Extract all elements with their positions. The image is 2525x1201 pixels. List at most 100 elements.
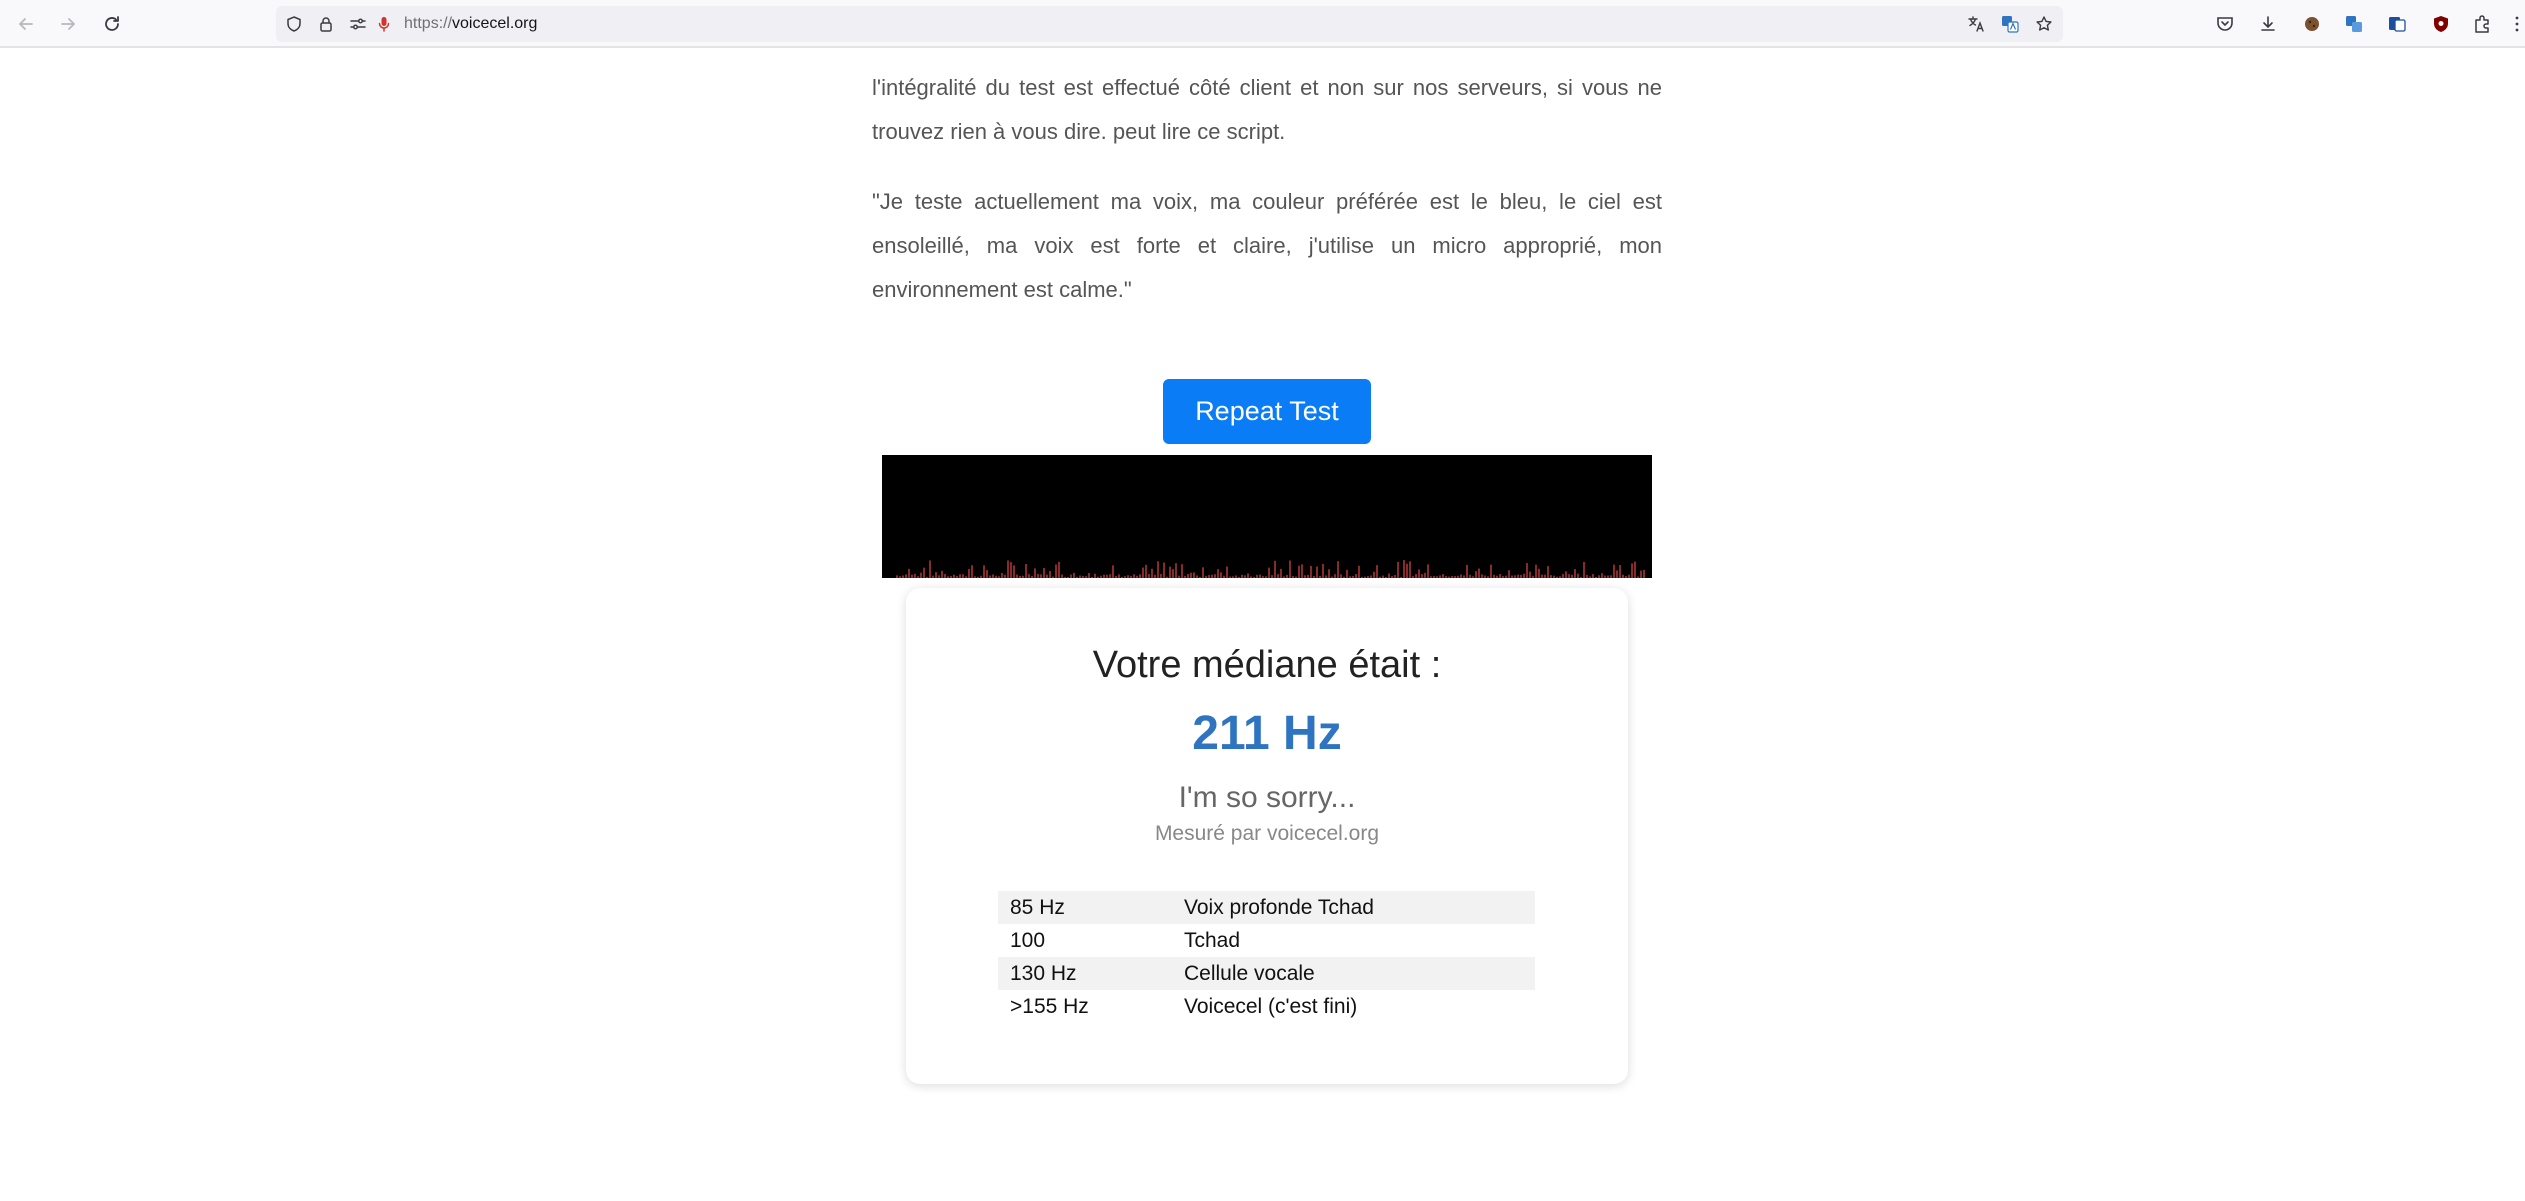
browser-toolbar: https://voicecel.org	[0, 0, 2525, 48]
visualizer-bar	[1616, 570, 1618, 578]
visualizer-bar	[1643, 569, 1645, 578]
visualizer-bar	[1511, 575, 1513, 578]
visualizer-bar	[1631, 563, 1633, 578]
visualizer-bar	[1073, 572, 1075, 578]
visualizer-bar	[1343, 576, 1345, 578]
back-button[interactable]	[10, 8, 42, 40]
forward-button[interactable]	[52, 8, 84, 40]
visualizer-bar	[947, 576, 949, 578]
download-icon[interactable]	[2256, 12, 2280, 36]
visualizer-bar	[1544, 574, 1546, 578]
visualizer-bar	[1421, 574, 1423, 578]
visualizer-bar	[1148, 574, 1150, 578]
page-translate-icon[interactable]	[2000, 14, 2020, 34]
visualizer-bar	[1412, 576, 1414, 578]
visualizer-bar	[1307, 574, 1309, 578]
visualizer-bar	[1346, 569, 1348, 578]
visualizer-bar	[1250, 576, 1252, 578]
url-host: voicecel.org	[452, 15, 538, 32]
visualizer-bar	[923, 567, 925, 578]
visualizer-bar	[1118, 574, 1120, 578]
visualizer-bar	[1523, 573, 1525, 578]
visualizer-bar	[1031, 575, 1033, 578]
shield-icon[interactable]	[284, 14, 304, 34]
visualizer-bar	[1256, 574, 1258, 578]
visualizer-bar	[1619, 565, 1621, 578]
microphone-icon[interactable]	[374, 14, 394, 34]
translate-icon[interactable]	[1966, 14, 1986, 34]
visualizer-bar	[1262, 576, 1264, 578]
repeat-test-button[interactable]: Repeat Test	[1163, 379, 1371, 444]
extensions-puzzle-icon[interactable]	[2470, 12, 2494, 36]
cookie-extension-icon[interactable]	[2300, 12, 2324, 36]
url-bar[interactable]: https://voicecel.org	[276, 6, 2063, 42]
visualizer-bar	[1304, 575, 1306, 578]
star-icon[interactable]	[2034, 14, 2054, 34]
visualizer-bar	[1331, 576, 1333, 578]
visualizer-bar	[1535, 564, 1537, 578]
visualizer-bar	[1628, 574, 1630, 578]
visualizer-bar	[1040, 574, 1042, 578]
visualizer-bar	[917, 576, 919, 578]
url-text[interactable]: https://voicecel.org	[404, 15, 537, 33]
lock-icon[interactable]	[316, 14, 336, 34]
visualizer-bar	[1400, 576, 1402, 578]
visualizer-bar	[1211, 574, 1213, 578]
visualizer-bar	[1442, 574, 1444, 578]
visualizer-bar	[1109, 574, 1111, 578]
table-cell-frequency: >155 Hz	[1010, 994, 1089, 1018]
visualizer-bar	[905, 574, 907, 578]
visualizer-bar	[1034, 568, 1036, 578]
visualizer-bar	[1187, 574, 1189, 578]
visualizer-bar	[1298, 565, 1300, 578]
visualizer-bar	[1007, 560, 1009, 578]
visualizer-bar	[1556, 576, 1558, 578]
visualizer-bar	[1139, 574, 1141, 578]
visualizer-bar	[1259, 574, 1261, 578]
overflow-menu-icon[interactable]	[2509, 12, 2525, 36]
visualizer-bar	[1397, 561, 1399, 578]
visualizer-bar	[1064, 576, 1066, 578]
visualizer-bar	[1583, 561, 1585, 578]
visualizer-bar	[1598, 575, 1600, 578]
visualizer-bar	[1286, 574, 1288, 578]
visualizer-bar	[998, 576, 1000, 578]
visualizer-bar	[1181, 564, 1183, 578]
visualizer-bar	[1016, 574, 1018, 578]
visualizer-bar	[1091, 576, 1093, 578]
visualizer-bar	[1202, 567, 1204, 578]
visualizer-bar	[1337, 561, 1339, 578]
visualizer-bar	[1283, 576, 1285, 578]
visualizer-bar	[992, 574, 994, 578]
visualizer-bar	[1295, 576, 1297, 578]
visualizer-bar	[1484, 575, 1486, 578]
visualizer-bar	[1052, 576, 1054, 578]
dictionary-extension-icon[interactable]	[2385, 12, 2409, 36]
visualizer-bar	[1517, 574, 1519, 578]
reload-button[interactable]	[96, 8, 128, 40]
visualizer-bar	[1436, 576, 1438, 578]
visualizer-bar	[1130, 575, 1132, 578]
visualizer-bar	[962, 574, 964, 578]
visualizer-bar	[1238, 576, 1240, 578]
visualizer-bar	[899, 576, 901, 578]
visualizer-bar	[1319, 575, 1321, 578]
visualizer-bar	[1586, 574, 1588, 578]
visualizer-bar	[1049, 571, 1051, 578]
visualizer-bar	[1463, 575, 1465, 578]
visualizer-bar	[944, 574, 946, 578]
reading-script-paragraph: "Je teste actuellement ma voix, ma coule…	[872, 189, 1662, 302]
permissions-icon[interactable]	[348, 14, 368, 34]
visualizer-bar	[1634, 561, 1636, 578]
visualizer-bar	[908, 568, 910, 578]
ublock-shield-icon[interactable]	[2429, 12, 2453, 36]
visualizer-bar	[914, 573, 916, 578]
audio-visualizer	[882, 455, 1652, 578]
visualizer-bar	[1502, 576, 1504, 578]
visualizer-bar	[1478, 568, 1480, 578]
visualizer-bar	[1190, 572, 1192, 578]
visualizer-bar	[1580, 576, 1582, 578]
pocket-icon[interactable]	[2213, 12, 2237, 36]
translator-extension-icon[interactable]	[2342, 12, 2366, 36]
visualizer-bar	[1481, 574, 1483, 578]
